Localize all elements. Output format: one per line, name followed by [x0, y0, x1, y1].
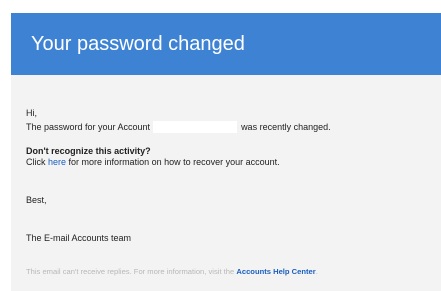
email-body: Hi, The password for your Account was rec… [11, 75, 441, 291]
password-text-prefix: The password for your Account [26, 122, 151, 132]
redacted-account-name [153, 121, 238, 133]
recover-instructions: Click here for more information on how t… [26, 157, 280, 168]
greeting-text: Hi, [26, 108, 37, 118]
here-link[interactable]: here [48, 157, 66, 167]
warning-heading: Don't recognize this activity? [26, 146, 151, 156]
email-title: Your password changed [31, 33, 245, 55]
email-message: Your password changed Hi, The password f… [0, 0, 441, 291]
sign-off-text: Best, [26, 195, 47, 205]
footer-trailing: . [315, 267, 318, 276]
footer-text: This email can't receive replies. For mo… [26, 267, 235, 276]
password-text-suffix: was recently changed. [241, 122, 331, 132]
click-prefix: Click [26, 157, 46, 167]
click-suffix: for more information on how to recover y… [68, 157, 280, 167]
password-changed-text: The password for your Account was recentl… [26, 121, 331, 133]
help-center-link[interactable]: Accounts Help Center [236, 267, 315, 276]
email-header-banner: Your password changed [11, 13, 441, 75]
signature-text: The E-mail Accounts team [26, 233, 132, 243]
footer-note: This email can't receive replies. For mo… [26, 267, 318, 277]
